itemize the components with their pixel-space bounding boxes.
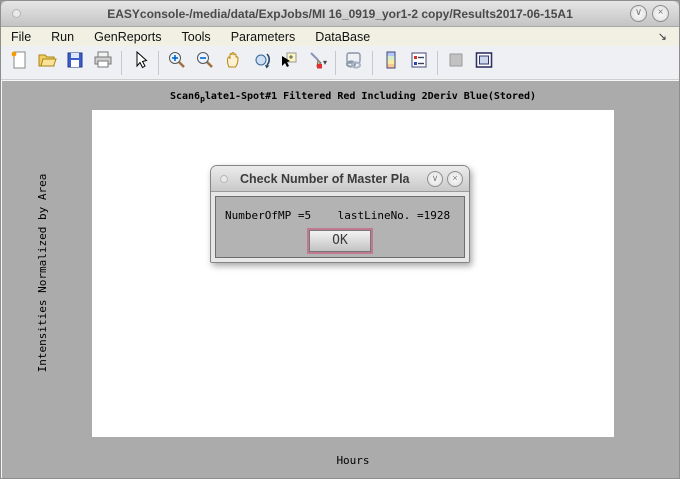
- window-title: EASYconsole-/media/data/ExpJobs/MI 16_09…: [1, 7, 679, 21]
- growth-curve-chart[interactable]: Scan6plate1-Spot#1 Filtered Red Includin…: [2, 81, 680, 479]
- dialog-close-button[interactable]: ×: [447, 171, 463, 187]
- hide-plot-tools-icon: [446, 50, 466, 75]
- toolbar-separator: [121, 51, 122, 75]
- menu-run[interactable]: Run: [41, 29, 84, 45]
- toolbar-separator: [372, 51, 373, 75]
- data-cursor-icon: [279, 50, 299, 75]
- window-titlebar: EASYconsole-/media/data/ExpJobs/MI 16_09…: [1, 1, 679, 27]
- dialog-body: NumberOfMP =5 lastLineNo. =1928 OK: [211, 192, 469, 262]
- rotate-3d-button[interactable]: [248, 50, 274, 76]
- edit-arrow-button[interactable]: [127, 50, 153, 76]
- dialog-window-icon: [220, 175, 228, 183]
- figure-area: Scan6plate1-Spot#1 Filtered Red Includin…: [1, 80, 679, 479]
- edit-arrow-icon: [130, 50, 150, 75]
- toolbar-separator: [437, 51, 438, 75]
- zoom-in-button[interactable]: [164, 50, 190, 76]
- dialog-content-panel: NumberOfMP =5 lastLineNo. =1928 OK: [215, 196, 465, 258]
- print-button[interactable]: [90, 50, 116, 76]
- easyconsole-window: EASYconsole-/media/data/ExpJobs/MI 16_09…: [0, 0, 680, 479]
- zoom-out-button[interactable]: [192, 50, 218, 76]
- chart-title: Scan6plate1-Spot#1 Filtered Red Includin…: [170, 90, 536, 104]
- new-file-icon: [9, 50, 29, 75]
- open-file-icon: [37, 50, 57, 75]
- legend-icon: [409, 50, 429, 75]
- toolbar-separator: [158, 51, 159, 75]
- print-icon: [93, 50, 113, 75]
- dialog-title: Check Number of Master Pla: [240, 172, 412, 186]
- open-file-button[interactable]: [34, 50, 60, 76]
- dock-figure-icon: [474, 50, 494, 75]
- data-cursor-button[interactable]: [276, 50, 302, 76]
- menu-genreports[interactable]: GenReports: [84, 29, 171, 45]
- hide-plot-tools-button[interactable]: [443, 50, 469, 76]
- menu-overflow-icon[interactable]: ↘: [658, 30, 667, 43]
- colorbar-button[interactable]: [378, 50, 404, 76]
- menu-tools[interactable]: Tools: [172, 29, 221, 45]
- legend-button[interactable]: [406, 50, 432, 76]
- window-minimize-button[interactable]: ∨: [630, 5, 647, 22]
- dialog-minimize-button[interactable]: ∨: [427, 171, 443, 187]
- menu-file[interactable]: File: [1, 29, 41, 45]
- pan-hand-icon: [223, 50, 243, 75]
- ok-button[interactable]: OK: [309, 230, 371, 252]
- menu-bar: File Run GenReports Tools Parameters Dat…: [1, 27, 679, 46]
- brush-dropdown-arrow[interactable]: ▾: [323, 58, 329, 67]
- menu-parameters[interactable]: Parameters: [221, 29, 306, 45]
- y-axis-label: Intensities Normalized by Area: [36, 174, 49, 373]
- save-icon: [65, 50, 85, 75]
- zoom-out-icon: [195, 50, 215, 75]
- figure-toolbar: ▾: [1, 46, 679, 80]
- window-close-button[interactable]: ×: [652, 5, 669, 22]
- rotate-3d-icon: [251, 50, 271, 75]
- toolbar-separator: [335, 51, 336, 75]
- dialog-titlebar[interactable]: Check Number of Master Pla ∨ ×: [211, 166, 469, 192]
- brush-button[interactable]: ▾: [304, 50, 330, 76]
- pan-hand-button[interactable]: [220, 50, 246, 76]
- x-axis-label: Hours: [336, 454, 369, 467]
- check-master-plates-dialog: Check Number of Master Pla ∨ × NumberOfM…: [210, 165, 470, 263]
- save-button[interactable]: [62, 50, 88, 76]
- new-file-button[interactable]: [6, 50, 32, 76]
- dock-figure-button[interactable]: [471, 50, 497, 76]
- dialog-message: NumberOfMP =5 lastLineNo. =1928: [216, 197, 464, 222]
- link-plot-icon: [344, 50, 364, 75]
- colorbar-icon: [381, 50, 401, 75]
- link-plot-button[interactable]: [341, 50, 367, 76]
- brush-icon: [305, 50, 325, 75]
- zoom-in-icon: [167, 50, 187, 75]
- menu-database[interactable]: DataBase: [305, 29, 380, 45]
